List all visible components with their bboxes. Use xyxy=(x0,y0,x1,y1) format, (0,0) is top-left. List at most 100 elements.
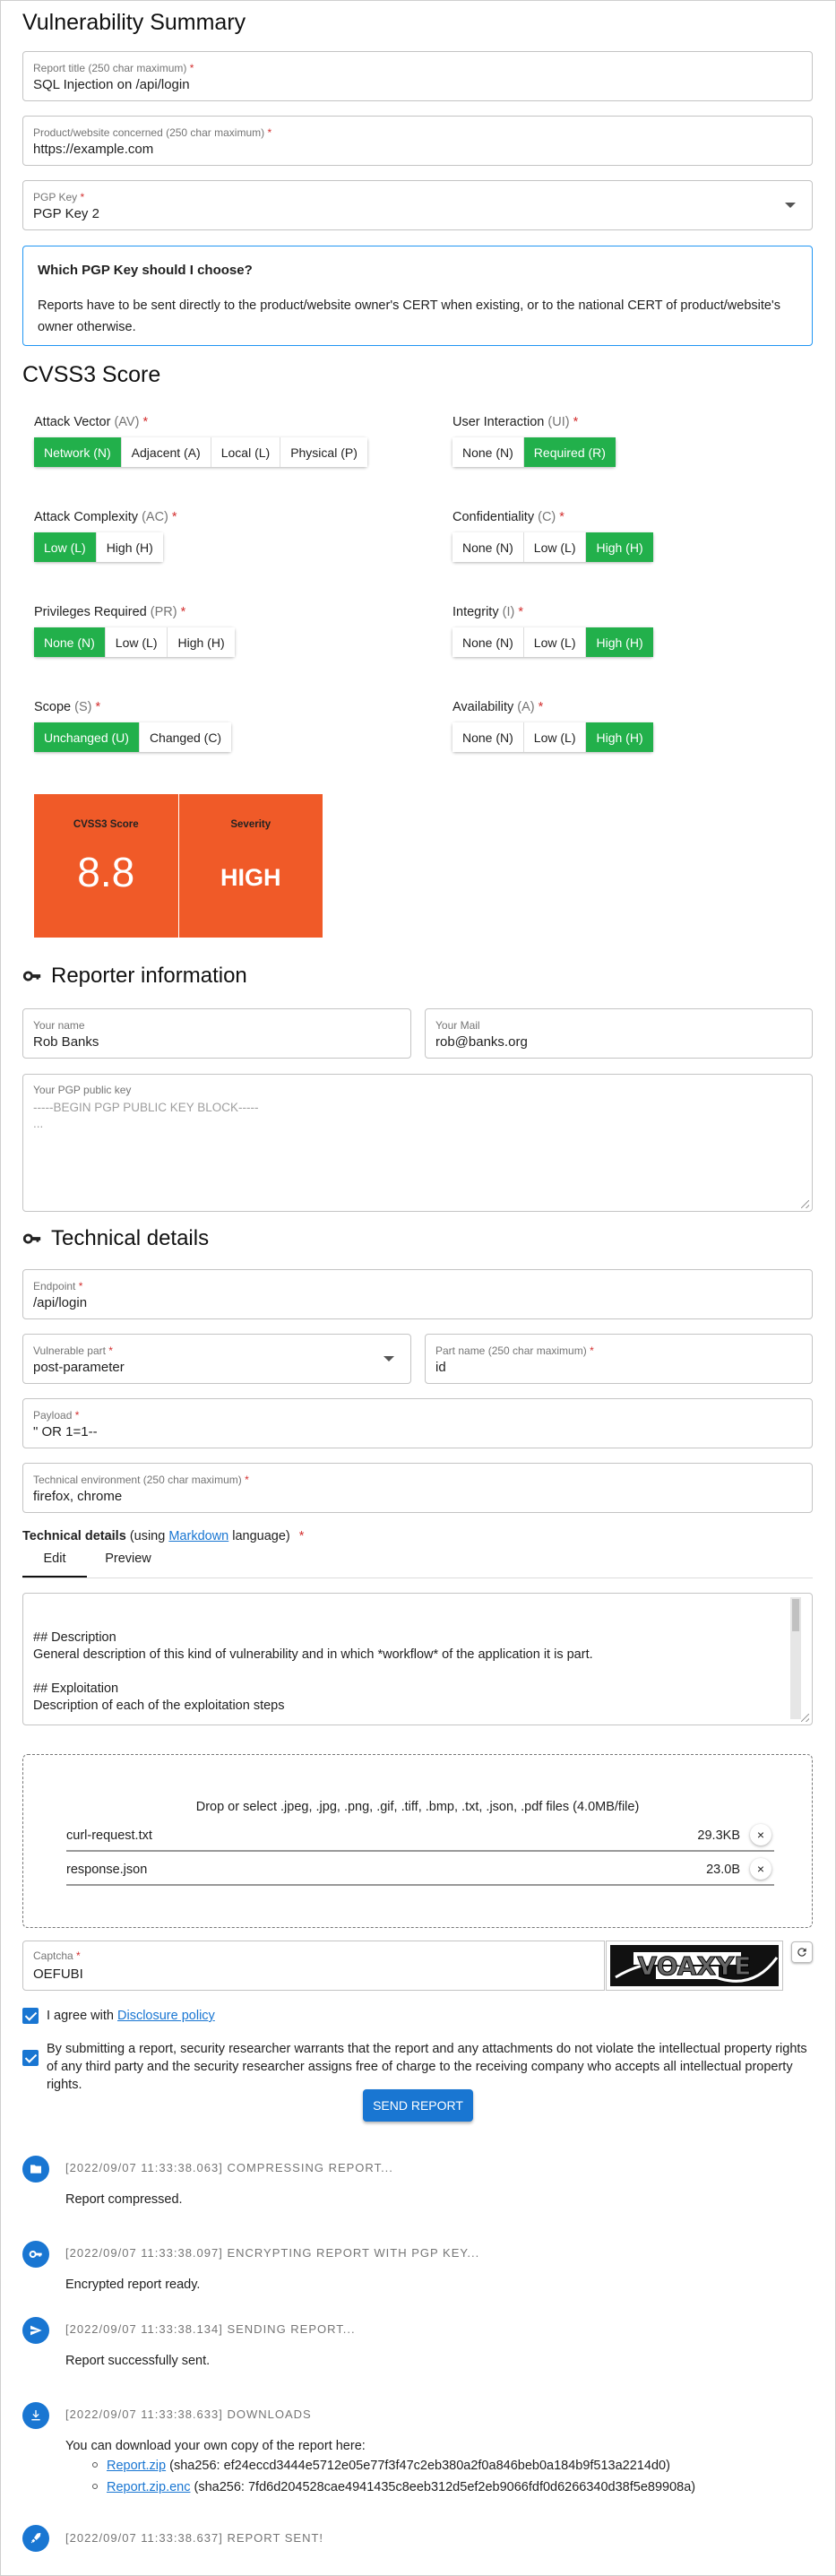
editor-scrollbar[interactable] xyxy=(790,1597,801,1719)
report-title-value[interactable]: SQL Injection on /api/login xyxy=(33,77,190,92)
environment-field[interactable]: Technical environment (250 char maximum)… xyxy=(22,1463,813,1513)
cvss-option-button[interactable]: High (H) xyxy=(586,722,653,752)
payload-field[interactable]: Payload * " OR 1=1-- xyxy=(22,1398,813,1448)
cvss-option-button[interactable]: High (H) xyxy=(586,532,653,562)
cvss-option-button[interactable]: Changed (C) xyxy=(139,722,232,752)
name-value[interactable]: Rob Banks xyxy=(33,1034,99,1050)
vulnerable-part-select[interactable]: Vulnerable part * post-parameter xyxy=(22,1334,411,1384)
cvss-option-button[interactable]: None (N) xyxy=(452,722,524,752)
name-field[interactable]: Your name Rob Banks xyxy=(22,1008,411,1059)
part-name-label: Part name (250 char maximum) * xyxy=(435,1344,594,1357)
captcha-image-text: VOAXYE xyxy=(638,1951,752,1981)
policy-checkbox[interactable] xyxy=(22,2008,39,2024)
technical-details-label: Technical details (using Markdown langua… xyxy=(22,1529,305,1543)
key-icon xyxy=(22,1233,41,1244)
cvss-option-group: Network (N) Adjacent (A) Local (L) Physical… xyxy=(34,437,367,467)
timeline-body: Report successfully sent. xyxy=(65,2354,211,2368)
environment-value[interactable]: firefox, chrome xyxy=(33,1489,122,1504)
payload-label: Payload * xyxy=(33,1409,80,1422)
cvss-metric: Attack Vector (AV) * Network (N) Adjacent … xyxy=(34,415,367,467)
captcha-value[interactable]: OEFUBI xyxy=(33,1967,83,1982)
product-field[interactable]: Product/website concerned (250 char maxi… xyxy=(22,116,813,166)
cvss-option-button[interactable]: Low (L) xyxy=(523,532,587,562)
resize-handle[interactable] xyxy=(801,1200,809,1208)
pgp-key-select[interactable]: PGP Key * PGP Key 2 xyxy=(22,180,813,230)
cvss-option-button[interactable]: Adjacent (A) xyxy=(121,437,211,467)
mail-field[interactable]: Your Mail rob@banks.org xyxy=(425,1008,813,1059)
captcha-field[interactable]: Captcha * OEFUBI xyxy=(22,1941,605,1991)
cvss-option-button[interactable]: None (N) xyxy=(452,532,524,562)
file-dropzone[interactable]: Drop or select .jpeg, .jpg, .png, .gif, … xyxy=(22,1754,813,1928)
score-panel: CVSS3 Score 8.8 Severity HIGH xyxy=(34,794,323,938)
cvss-metric-title: Confidentiality (C) * xyxy=(452,510,565,524)
cvss-metric: Integrity (I) * None (N) Low (L) High (H) xyxy=(452,605,653,657)
send-report-button[interactable]: SEND REPORT xyxy=(363,2089,473,2122)
chevron-down-icon[interactable] xyxy=(785,203,796,208)
cvss-option-button[interactable]: Unchanged (U) xyxy=(34,722,140,752)
cvss-metric: Confidentiality (C) * None (N) Low (L) High… xyxy=(452,510,653,562)
cvss-metric-title: Availability (A) * xyxy=(452,700,544,714)
cvss-option-button[interactable]: Low (L) xyxy=(34,532,97,562)
report-title-field[interactable]: Report title (250 char maximum) * SQL In… xyxy=(22,51,813,101)
timeline-header: [2022/09/07 11:33:38.633] DOWNLOADS xyxy=(65,2407,312,2421)
product-label: Product/website concerned (250 char maxi… xyxy=(33,126,272,139)
pgp-info-body: Reports have to be sent directly to the … xyxy=(38,298,780,334)
download-link[interactable]: Report.zip xyxy=(107,2459,166,2473)
vulnerable-part-value[interactable]: post-parameter xyxy=(33,1360,125,1375)
part-name-field[interactable]: Part name (250 char maximum) * id xyxy=(425,1334,813,1384)
markdown-link[interactable]: Markdown xyxy=(168,1529,228,1543)
cvss-metric-title: Scope (S) * xyxy=(34,700,101,714)
cvss-metric: Availability (A) * None (N) Low (L) High (H… xyxy=(452,700,653,752)
reporter-heading-text: Reporter information xyxy=(51,964,247,988)
payload-value[interactable]: " OR 1=1-- xyxy=(33,1424,98,1439)
timeline-icon xyxy=(22,2317,49,2344)
cvss-metric: Attack Complexity (AC) * Low (L) High (H) xyxy=(34,510,177,562)
timeline-body: Encrypted report ready. xyxy=(65,2278,201,2292)
cvss-option-button[interactable]: High (H) xyxy=(586,627,653,657)
endpoint-value[interactable]: /api/login xyxy=(33,1295,87,1310)
refresh-captcha-button[interactable] xyxy=(791,1941,813,1963)
editor-text[interactable]: ## Description General description of th… xyxy=(33,1629,593,1725)
details-editor[interactable]: ## Description General description of th… xyxy=(22,1593,813,1725)
captcha-label: Captcha * xyxy=(33,1949,81,1962)
cvss-option-group: None (N) Low (L) High (H) xyxy=(452,532,653,562)
environment-label: Technical environment (250 char maximum)… xyxy=(33,1474,249,1486)
cvss-option-button[interactable]: None (N) xyxy=(34,627,106,657)
cvss-option-group: None (N) Low (L) High (H) xyxy=(452,722,653,752)
file-name: response.json xyxy=(66,1863,148,1877)
dropzone-instructions: Drop or select .jpeg, .jpg, .png, .gif, … xyxy=(195,1800,640,1814)
tab-edit[interactable]: Edit xyxy=(22,1545,87,1578)
cvss-option-button[interactable]: High (H) xyxy=(96,532,163,562)
pgp-key-value[interactable]: PGP Key 2 xyxy=(33,206,99,221)
disclosure-policy-link[interactable]: Disclosure policy xyxy=(117,2009,215,2023)
cvss-option-button[interactable]: High (H) xyxy=(168,627,235,657)
chevron-down-icon[interactable] xyxy=(384,1356,394,1361)
cvss-option-button[interactable]: Physical (P) xyxy=(280,437,367,467)
product-value[interactable]: https://example.com xyxy=(33,142,153,157)
cvss-metric-title: Attack Complexity (AC) * xyxy=(34,510,177,524)
cvss-option-group: Unchanged (U) Changed (C) xyxy=(34,722,232,752)
timeline-icon xyxy=(22,2402,49,2429)
cvss-option-button[interactable]: None (N) xyxy=(452,437,524,467)
cvss-option-button[interactable]: Low (L) xyxy=(105,627,168,657)
score-value: 8.8 xyxy=(77,849,135,895)
tab-preview[interactable]: Preview xyxy=(87,1545,169,1578)
cvss-option-button[interactable]: Low (L) xyxy=(523,722,587,752)
cvss-heading: CVSS3 Score xyxy=(22,362,161,387)
endpoint-field[interactable]: Endpoint * /api/login xyxy=(22,1269,813,1319)
pgp-public-key-textarea[interactable]: Your PGP public key -----BEGIN PGP PUBLI… xyxy=(22,1074,813,1212)
part-name-value[interactable]: id xyxy=(435,1360,446,1375)
mail-value[interactable]: rob@banks.org xyxy=(435,1034,528,1050)
close-icon[interactable]: × xyxy=(750,1858,771,1880)
close-icon[interactable]: × xyxy=(750,1824,771,1846)
resize-handle[interactable] xyxy=(801,1714,809,1722)
severity-label: Severity xyxy=(230,819,271,830)
cvss-option-button[interactable]: Required (R) xyxy=(523,437,616,467)
cvss-option-button[interactable]: None (N) xyxy=(452,627,524,657)
cvss-option-button[interactable]: Local (L) xyxy=(211,437,281,467)
cvss-option-button[interactable]: Network (N) xyxy=(34,437,122,467)
cvss-option-button[interactable]: Low (L) xyxy=(523,627,587,657)
warranty-checkbox[interactable] xyxy=(22,2050,39,2066)
reporter-heading: Reporter information xyxy=(22,964,247,989)
download-link[interactable]: Report.zip.enc xyxy=(107,2480,191,2494)
